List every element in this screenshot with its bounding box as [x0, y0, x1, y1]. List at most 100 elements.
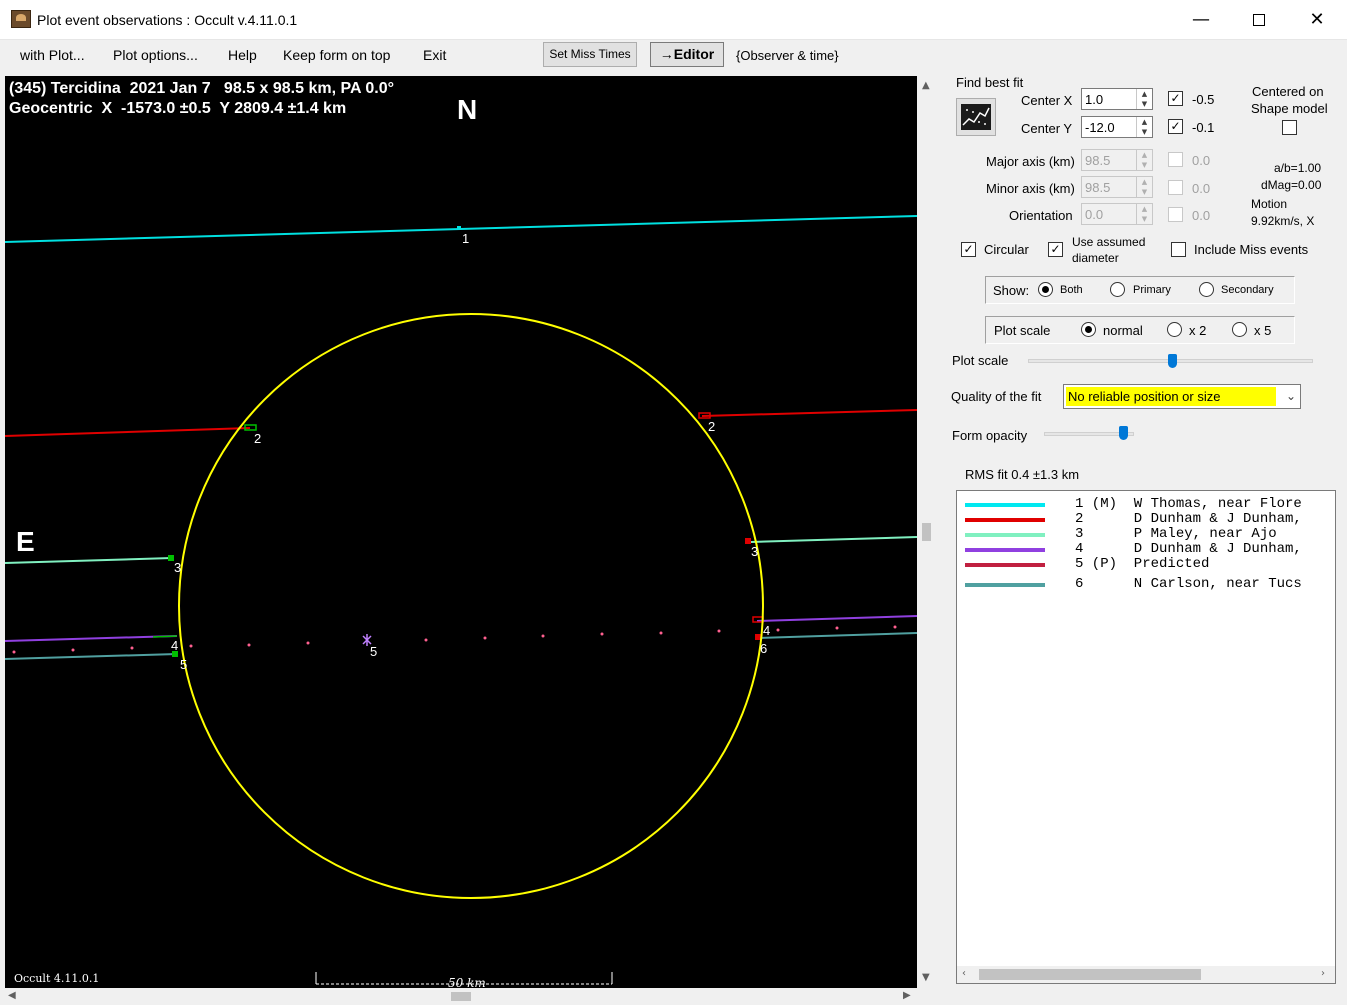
scroll-up-icon[interactable]: ▲ [922, 80, 930, 91]
maximize-button[interactable] [1230, 0, 1288, 40]
chord-label: 2 [254, 431, 261, 446]
list-item[interactable]: 2 D Dunham & J Dunham, [957, 512, 1335, 527]
orientation-checkbox[interactable] [1168, 207, 1183, 222]
major-axis-input[interactable]: 98.5 ▲ ▼ [1081, 149, 1153, 171]
rms-fit-label: RMS fit 0.4 ±1.3 km [965, 467, 1080, 482]
list-horizontal-scrollbar[interactable]: ‹ › [957, 966, 1335, 983]
use-assumed-label: Use assumed [1072, 235, 1146, 249]
menu-plot-options[interactable]: Plot options... [113, 47, 198, 63]
plot-scale-group: Plot scale normal x 2 x 5 [985, 316, 1295, 344]
observer-text: 5 (P) Predicted [1075, 556, 1210, 572]
scroll-right-icon[interactable]: › [1321, 968, 1325, 979]
plot-canvas[interactable]: 1 2 2 3 3 4 4 5 5 6 50 km (345) Tercidin… [5, 76, 917, 988]
app-icon [11, 10, 31, 28]
scale-normal-radio[interactable] [1081, 322, 1096, 337]
window-title: Plot event observations : Occult v.4.11.… [37, 12, 298, 28]
quality-label: Quality of the fit [951, 389, 1042, 404]
observer-time-button[interactable]: {Observer & time} [736, 48, 839, 63]
major-axis-checkbox[interactable] [1168, 152, 1183, 167]
orientation-value: 0.0 [1085, 207, 1104, 222]
list-item[interactable]: 4 D Dunham & J Dunham, [957, 541, 1335, 557]
plot-horizontal-scrollbar[interactable]: ◀ ▶ [5, 988, 917, 1005]
show-group: Show: Both Primary Secondary [985, 276, 1295, 304]
dmag: dMag=0.00 [1261, 178, 1322, 192]
find-best-fit-label: Find best fit [956, 75, 1024, 90]
list-item[interactable]: 1 (M) W Thomas, near Flore [957, 496, 1335, 512]
major-axis-label: Major axis (km) [986, 154, 1075, 169]
orientation-input[interactable]: 0.0 ▲ ▼ [1081, 203, 1153, 225]
use-assumed-diameter-checkbox[interactable]: ✓ [1048, 242, 1063, 257]
plot-scale-thumb[interactable] [1168, 354, 1177, 368]
minor-axis-input[interactable]: 98.5 ▲ ▼ [1081, 176, 1153, 198]
scroll-right-icon[interactable]: ▶ [903, 990, 911, 1001]
chord-4-west-line [5, 635, 178, 642]
scale-x5-radio[interactable] [1232, 322, 1247, 337]
scale-bar-label: 50 km [448, 976, 486, 988]
center-x-value: 1.0 [1085, 92, 1104, 107]
plot-header-geocentric: Geocentric X -1573.0 ±0.5 Y 2809.4 ±1.4 … [9, 100, 347, 117]
list-scroll-thumb[interactable] [979, 969, 1201, 980]
spinner-arrows-icon[interactable]: ▲ ▼ [1136, 89, 1152, 109]
spinner-arrows-icon[interactable]: ▲ ▼ [1136, 177, 1152, 197]
editor-button[interactable]: →Editor [650, 42, 724, 67]
minor-axis-label: Minor axis (km) [986, 181, 1075, 196]
menu-bar: with Plot... Plot options... Help Keep f… [0, 40, 1347, 72]
maximize-icon [1253, 14, 1265, 26]
show-secondary-radio[interactable] [1199, 282, 1214, 297]
menu-exit[interactable]: Exit [423, 47, 446, 63]
horizontal-scroll-thumb[interactable] [451, 992, 471, 1001]
find-best-fit-button[interactable] [956, 98, 996, 136]
observer-text: 1 (M) W Thomas, near Flore [1075, 496, 1302, 512]
centered-on-shape-checkbox[interactable] [1282, 120, 1297, 135]
observer-list[interactable]: 1 (M) W Thomas, near Flore 2 D Dunham & … [956, 490, 1336, 984]
plot-vertical-scrollbar[interactable]: ▲ ▼ [918, 76, 935, 988]
minimize-button[interactable]: — [1172, 0, 1230, 40]
observer-color-swatch [965, 548, 1045, 552]
observer-text: 4 D Dunham & J Dunham, [1075, 541, 1302, 557]
set-miss-times-button[interactable]: Set Miss Times [543, 42, 637, 67]
ab-ratio: a/b=1.00 [1274, 161, 1322, 175]
list-item[interactable]: 6 N Carlson, near Tucs [957, 577, 1335, 592]
chord-4-east-marker [752, 616, 764, 623]
form-opacity-thumb[interactable] [1119, 426, 1128, 440]
scroll-left-icon[interactable]: ‹ [962, 968, 966, 979]
chevron-down-icon: ⌄ [1285, 389, 1296, 403]
center-y-value: -12.0 [1085, 120, 1115, 135]
quality-select[interactable]: No reliable position or size ⌄ [1063, 384, 1301, 409]
list-item[interactable]: 5 (P) Predicted [957, 556, 1335, 572]
observer-color-swatch [965, 533, 1045, 537]
close-button[interactable]: ✕ [1288, 0, 1346, 40]
asteroid-outline [178, 313, 764, 899]
show-primary-radio[interactable] [1110, 282, 1125, 297]
observer-text: 3 P Maley, near Ajo [1075, 526, 1277, 542]
chord-label: 1 [462, 231, 469, 246]
spinner-arrows-icon[interactable]: ▲ ▼ [1136, 204, 1152, 224]
plot-graphics: 1 2 2 3 3 4 4 5 5 6 50 km [5, 215, 917, 988]
scale-x2-radio[interactable] [1167, 322, 1182, 337]
plot-scale-group-label: Plot scale [994, 323, 1051, 338]
vertical-scroll-thumb[interactable] [922, 523, 931, 541]
menu-keep-on-top[interactable]: Keep form on top [283, 47, 390, 63]
list-item[interactable]: 3 P Maley, near Ajo [957, 526, 1335, 542]
show-primary-label: Primary [1133, 284, 1171, 296]
show-both-radio[interactable] [1038, 282, 1053, 297]
include-miss-checkbox[interactable] [1171, 242, 1186, 257]
spinner-arrows-icon[interactable]: ▲ ▼ [1136, 150, 1152, 170]
observer-color-swatch [965, 563, 1045, 567]
menu-with-plot[interactable]: with Plot... [20, 47, 85, 63]
circular-checkbox[interactable]: ✓ [961, 242, 976, 257]
version-label: Occult 4.11.0.1 [14, 972, 100, 985]
spinner-arrows-icon[interactable]: ▲ ▼ [1136, 117, 1152, 137]
chord-6-east-marker [755, 634, 761, 640]
center-x-checkbox[interactable]: ✓ [1168, 91, 1183, 106]
scroll-down-icon[interactable]: ▼ [922, 972, 930, 983]
center-x-fit: -0.5 [1192, 92, 1215, 107]
observer-color-swatch [965, 518, 1045, 522]
scroll-left-icon[interactable]: ◀ [8, 990, 16, 1001]
minor-axis-checkbox[interactable] [1168, 180, 1183, 195]
center-y-input[interactable]: -12.0 ▲ ▼ [1081, 116, 1153, 138]
center-y-checkbox[interactable]: ✓ [1168, 119, 1183, 134]
menu-help[interactable]: Help [228, 47, 257, 63]
center-x-input[interactable]: 1.0 ▲ ▼ [1081, 88, 1153, 110]
scale-x2-label: x 2 [1189, 323, 1207, 338]
